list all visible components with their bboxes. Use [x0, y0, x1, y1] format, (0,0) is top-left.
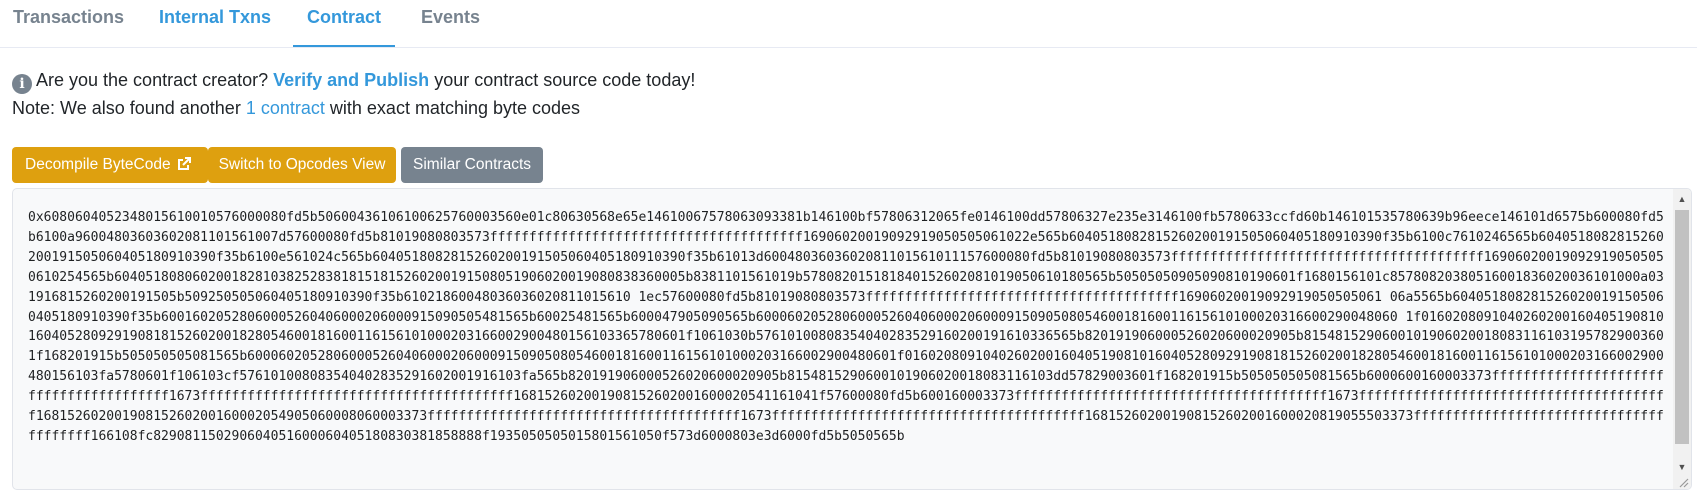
- switch-to-opcodes-button[interactable]: Switch to Opcodes View: [208, 147, 396, 183]
- bytecode-text: 0x6080604052348015610010576000080fd5b506…: [28, 210, 1664, 444]
- resize-grip-icon[interactable]: [1677, 475, 1689, 488]
- tab-bar: Transactions Internal Txns Contract Even…: [0, 0, 1697, 48]
- scrollbar[interactable]: ▲ ▼: [1673, 189, 1691, 489]
- similar-contracts-button[interactable]: Similar Contracts: [401, 147, 543, 183]
- info-circle-icon: i: [12, 74, 32, 94]
- decompile-bytecode-button[interactable]: Decompile ByteCode: [12, 147, 208, 183]
- verify-notice-prefix: Are you the contract creator?: [36, 70, 269, 90]
- scroll-thumb[interactable]: [1675, 210, 1689, 444]
- bytecode-textarea[interactable]: 0x6080604052348015610010576000080fd5b506…: [12, 188, 1692, 490]
- external-link-icon: [177, 149, 191, 185]
- tab-internal-txns[interactable]: Internal Txns: [159, 0, 271, 47]
- note-suffix: with exact matching byte codes: [329, 98, 581, 118]
- tab-transactions[interactable]: Transactions: [13, 0, 124, 47]
- decompile-bytecode-label: Decompile ByteCode: [25, 156, 171, 173]
- tab-events[interactable]: Events: [421, 0, 480, 47]
- scroll-down-arrow-icon[interactable]: ▼: [1673, 459, 1691, 475]
- scroll-up-arrow-icon[interactable]: ▲: [1673, 191, 1691, 207]
- matching-contract-link[interactable]: 1 contract: [246, 98, 325, 118]
- matching-contract-note: Note: We also found another 1 contract w…: [12, 96, 580, 120]
- tab-contract[interactable]: Contract: [293, 0, 395, 47]
- verify-and-publish-link[interactable]: Verify and Publish: [273, 70, 429, 90]
- note-prefix: Note: We also found another: [12, 98, 241, 118]
- verify-notice: i Are you the contract creator? Verify an…: [12, 68, 695, 94]
- verify-notice-suffix: your contract source code today!: [434, 70, 696, 90]
